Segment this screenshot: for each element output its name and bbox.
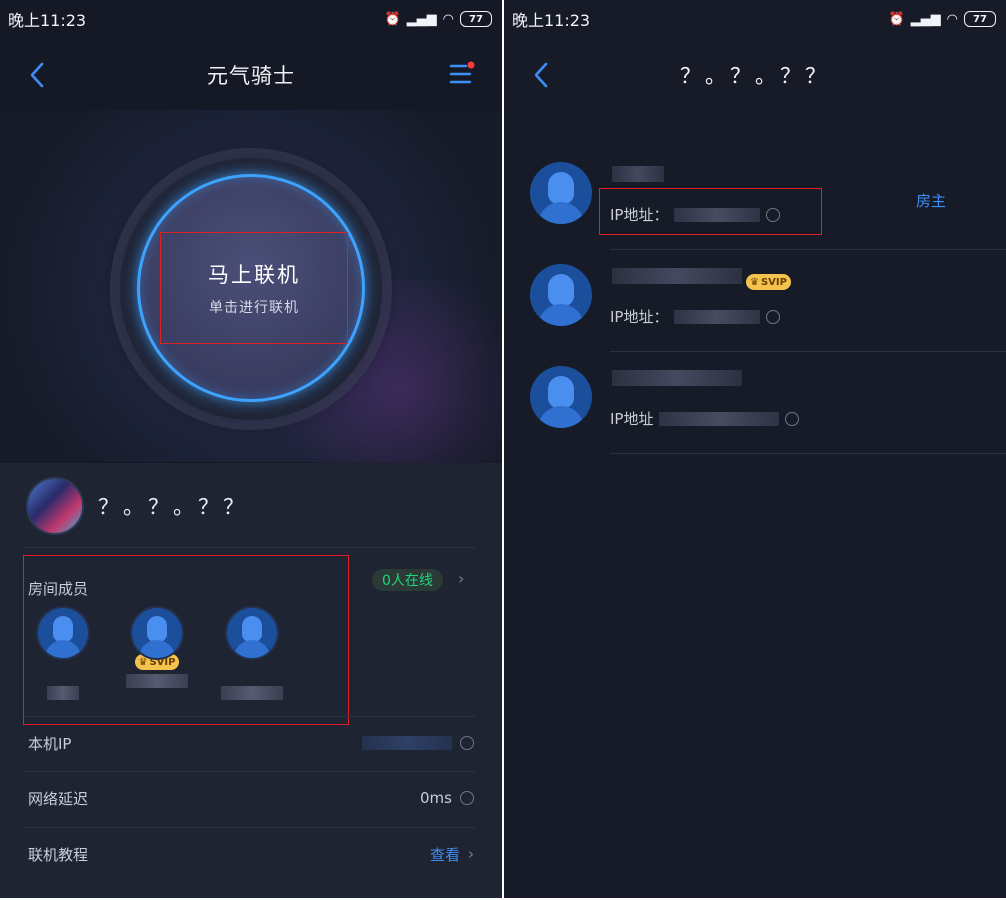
room-name: ？。？。？？ [98,495,248,519]
signal-icon: ▂▄▆ [406,11,437,27]
nav-bar: ？。？。？？ [504,40,1006,110]
page-title: ？。？。？？ [680,64,830,88]
latency-row[interactable]: 网络延迟 0ms [28,771,474,825]
ip-value [659,411,780,426]
latency-value: 0ms [420,789,452,807]
connect-label: 马上联机 [208,263,300,287]
copy-icon[interactable] [785,411,800,426]
nav-bar: 元气骑士 [0,40,502,110]
ip-value [674,309,761,324]
menu-button[interactable] [448,60,476,90]
connect-sublabel: 单击进行联机 [209,300,299,316]
back-button[interactable] [526,58,556,92]
chevron-right-icon[interactable]: › [458,569,464,588]
tutorial-link[interactable]: 查看 [430,844,460,865]
connect-hero: 马上联机 单击进行联机 [0,110,502,500]
back-chevron-icon [534,62,548,88]
avatar [530,366,592,428]
wifi-icon: ◠ [946,11,958,27]
avatar [530,264,592,326]
ip-label: IP地址： [610,308,669,326]
local-ip-label: 本机IP [28,734,72,753]
members-highlight [23,555,349,725]
room-screen: 晚上11:23 ⏰ ▂▄▆ ◠ 77 元气骑士 马上联机 单击进行联机 ？。？。… [0,0,502,898]
alarm-icon: ⏰ [888,11,905,27]
menu-list-icon [449,61,475,84]
list-item[interactable]: IP地址： 房主 [504,148,1006,250]
status-time: 晚上11:23 [512,11,591,30]
player-name [612,370,742,386]
ip-label: IP地址 [610,410,654,428]
wifi-icon: ◠ [442,11,454,27]
list-item[interactable]: ♛ SVIP IP地址： [504,250,1006,352]
battery-icon: 77 [460,11,492,27]
list-item[interactable]: IP地址 [504,352,1006,454]
crown-icon: ♛ [750,276,759,288]
latency-label: 网络延迟 [28,789,89,808]
copy-icon[interactable] [766,309,781,324]
connect-highlight[interactable]: 马上联机 单击进行联机 [160,232,348,344]
ip-highlight [599,188,822,235]
status-bar: 晚上11:23 ⏰ ▂▄▆ ◠ 77 [0,0,502,38]
signal-icon: ▂▄▆ [910,11,941,27]
tutorial-label: 联机教程 [28,845,89,864]
status-bar: 晚上11:23 ⏰ ▂▄▆ ◠ 77 [504,0,1006,38]
room-header: ？。？。？？ [26,477,248,535]
local-ip-value [362,736,452,750]
local-ip-row[interactable]: 本机IP [28,716,474,770]
copy-icon[interactable] [460,736,474,750]
svip-badge: ♛ SVIP [746,274,791,290]
online-count-badge[interactable]: 0人在线 [372,569,443,591]
back-chevron-icon [30,62,44,88]
battery-icon: 77 [964,11,996,27]
alarm-icon: ⏰ [384,11,401,27]
chevron-right-icon: › [468,845,474,863]
players-screen: 晚上11:23 ⏰ ▂▄▆ ◠ 77 ？。？。？？ IP地址： 房主 ♛ SVIP… [504,0,1006,898]
tutorial-row[interactable]: 联机教程 查看 › [28,827,474,881]
avatar [530,162,592,224]
room-avatar [26,477,84,535]
back-button[interactable] [22,58,52,92]
status-time: 晚上11:23 [8,11,87,30]
room-card: ？。？。？？ 房间成员 0人在线 › ♛ SVIP 本机IP 网络延迟 0ms … [0,463,502,898]
player-name [612,166,664,182]
page-title: 元气骑士 [207,64,295,88]
refresh-icon[interactable] [460,791,474,805]
player-name [612,268,742,284]
host-tag: 房主 [916,192,947,210]
